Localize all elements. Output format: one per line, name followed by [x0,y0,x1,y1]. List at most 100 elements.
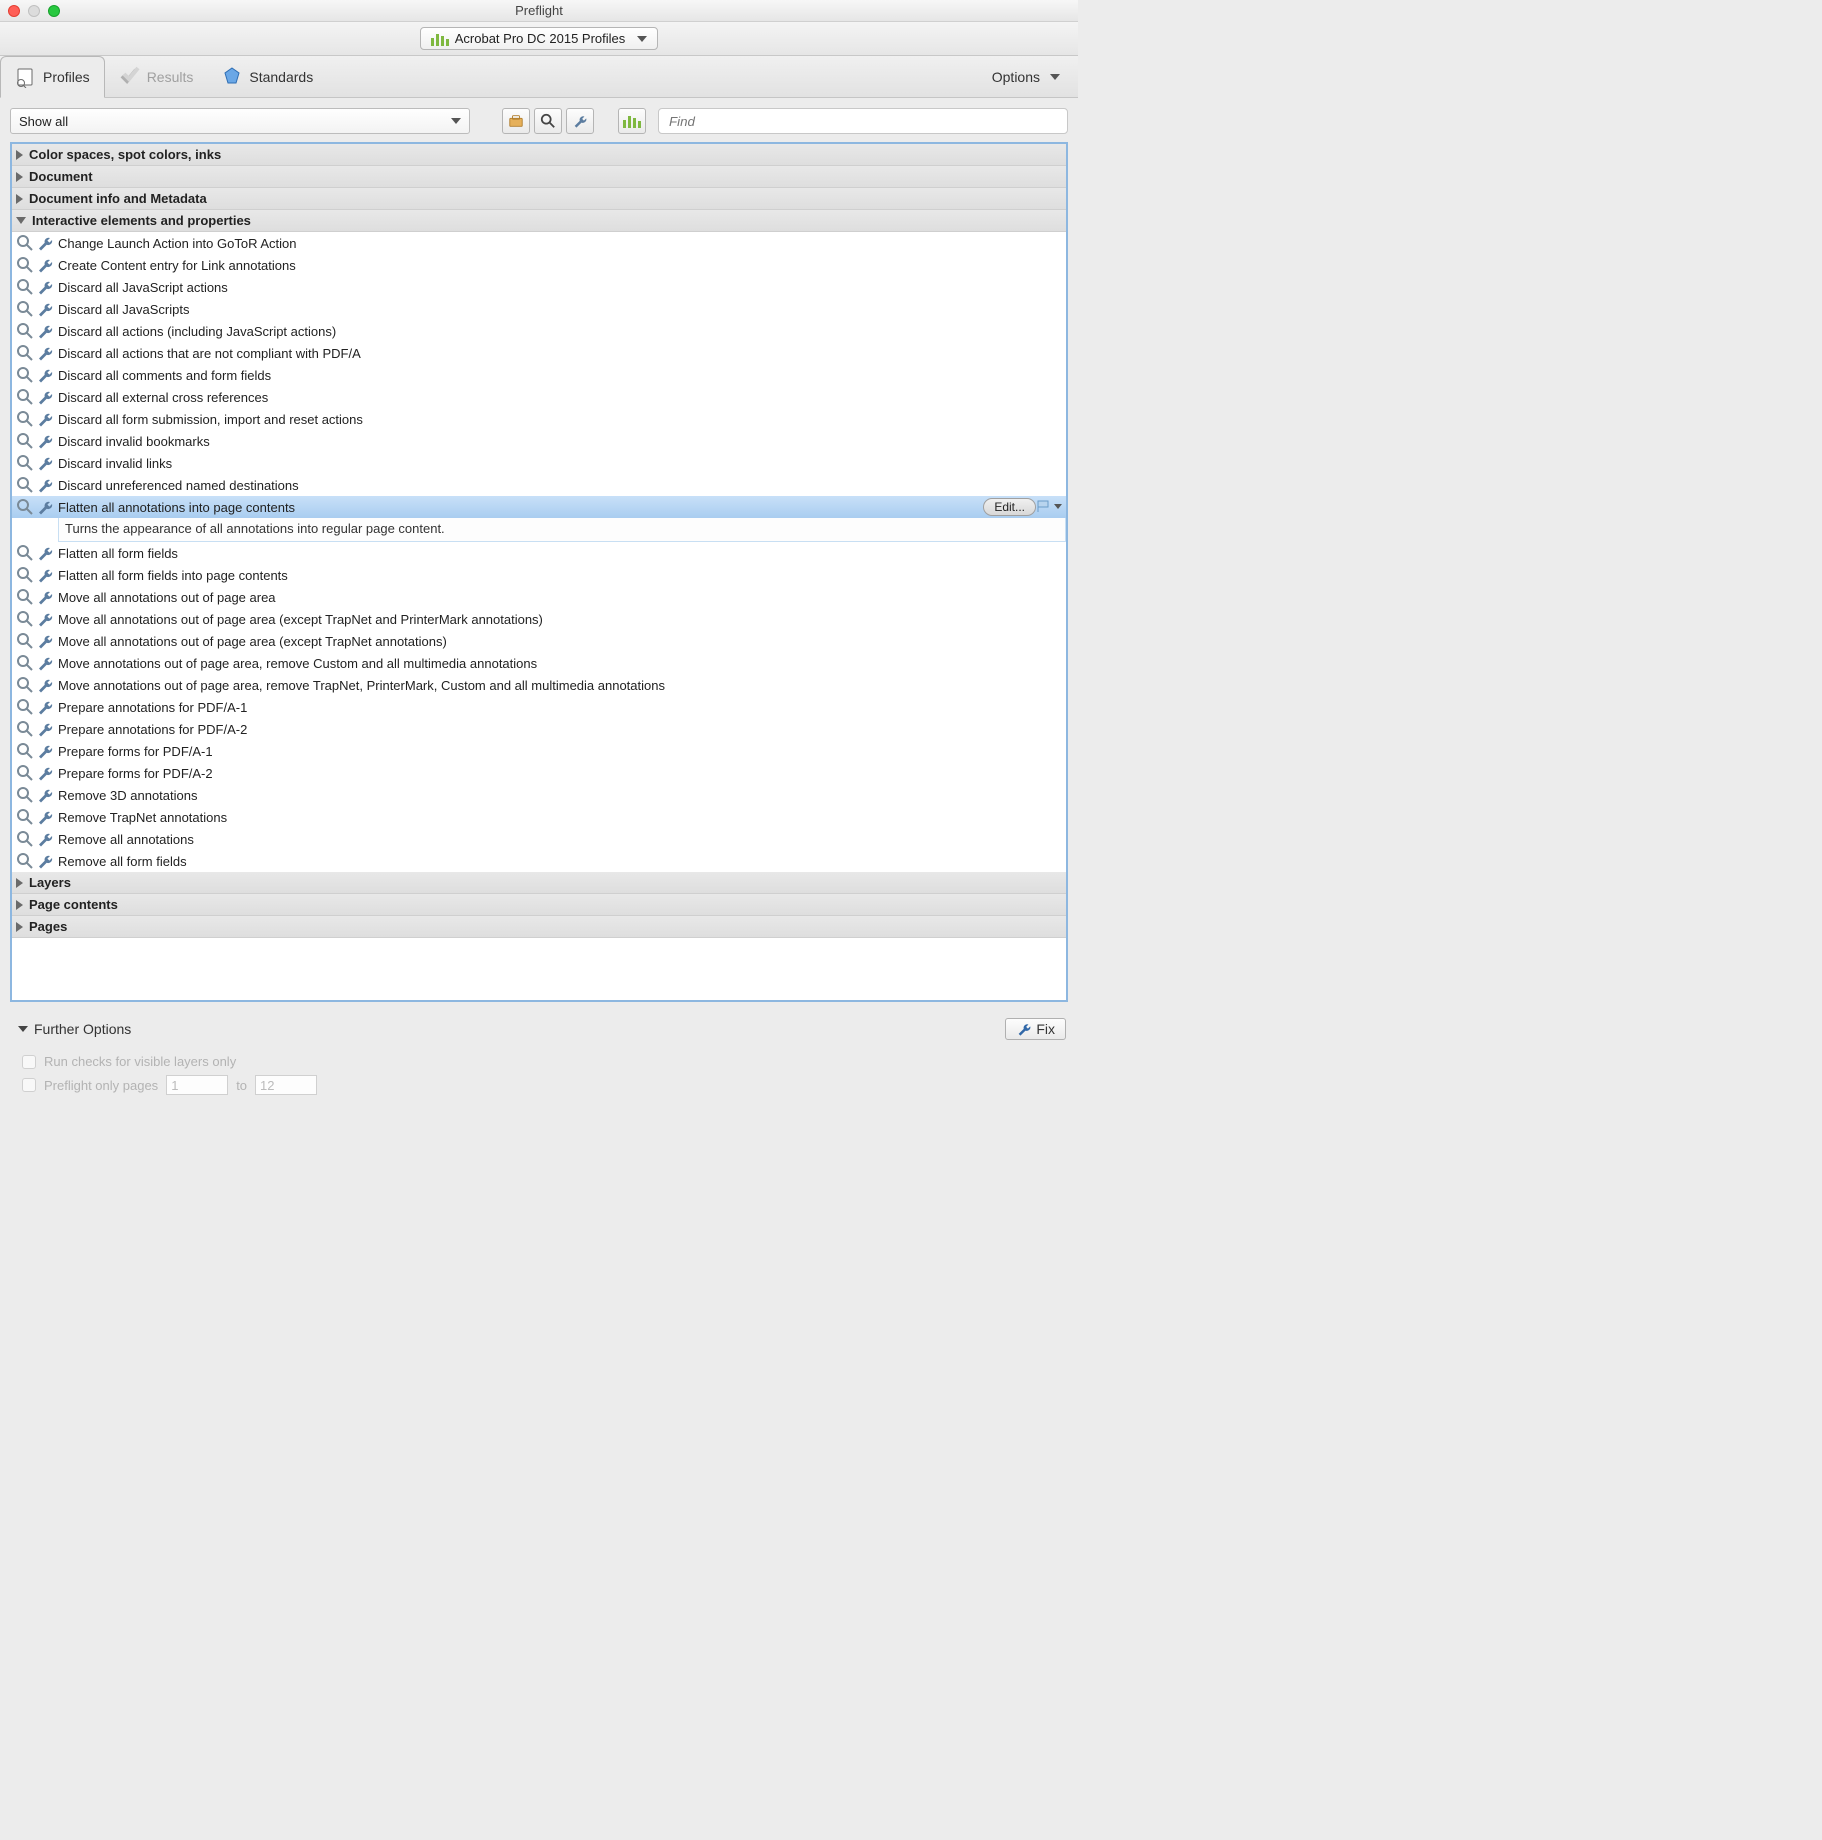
fixup-item[interactable]: Prepare forms for PDF/A-2 [12,762,1066,784]
visible-layers-checkbox[interactable] [22,1055,36,1069]
wrench-icon [36,366,54,384]
item-menu-icon[interactable] [1054,504,1062,509]
further-options-label: Further Options [34,1021,131,1037]
view-fixups-button[interactable] [566,108,594,134]
fixup-item-label: Move all annotations out of page area (e… [58,612,543,627]
fixup-item[interactable]: Flatten all annotations into page conten… [12,496,1066,518]
footer: Further Options Fix Run checks for visib… [0,1012,1078,1109]
filter-dropdown[interactable]: Show all [10,108,470,134]
wrench-icon [36,410,54,428]
wrench-icon [36,498,54,516]
category-row[interactable]: Color spaces, spot colors, inks [12,144,1066,166]
view-checks-button[interactable] [534,108,562,134]
further-toggle-icon[interactable] [18,1026,28,1032]
tabs-row: Profiles Results Standards Options [0,56,1078,98]
fixup-item-label: Discard unreferenced named destinations [58,478,299,493]
page-from-input[interactable] [166,1075,228,1095]
tab-profiles[interactable]: Profiles [0,56,105,98]
magnify-icon [16,610,34,628]
fixup-item[interactable]: Discard all JavaScripts [12,298,1066,320]
fixup-item[interactable]: Move all annotations out of page area [12,586,1066,608]
wrench-icon [36,830,54,848]
find-input[interactable] [658,108,1068,134]
fixup-item[interactable]: Discard all external cross references [12,386,1066,408]
fixup-item[interactable]: Discard all comments and form fields [12,364,1066,386]
view-profiles-button[interactable] [502,108,530,134]
magnify-icon [16,742,34,760]
fixup-item[interactable]: Discard all actions (including JavaScrip… [12,320,1066,342]
fixup-item[interactable]: Flatten all form fields [12,542,1066,564]
fixup-item[interactable]: Move annotations out of page area, remov… [12,652,1066,674]
edit-button[interactable]: Edit... [983,498,1036,516]
fixup-item[interactable]: Remove all annotations [12,828,1066,850]
fixup-item[interactable]: Prepare annotations for PDF/A-2 [12,718,1066,740]
fixup-item-label: Discard all external cross references [58,390,268,405]
fixup-item[interactable]: Discard all actions that are not complia… [12,342,1066,364]
wrench-icon [36,808,54,826]
wrench-icon [36,676,54,694]
page-to-input[interactable] [255,1075,317,1095]
fixup-item[interactable]: Prepare annotations for PDF/A-1 [12,696,1066,718]
disclosure-triangle-icon [16,878,23,888]
category-label: Pages [29,919,67,934]
wrench-icon [36,454,54,472]
fixup-item[interactable]: Create Content entry for Link annotation… [12,254,1066,276]
category-row[interactable]: Pages [12,916,1066,938]
flag-icon[interactable] [1036,499,1050,513]
fixup-item[interactable]: Discard unreferenced named destinations [12,474,1066,496]
category-row[interactable]: Layers [12,872,1066,894]
wrench-icon [36,742,54,760]
wrench-icon [36,764,54,782]
magnify-icon [16,588,34,606]
fixup-item-label: Change Launch Action into GoToR Action [58,236,297,251]
fixup-item[interactable]: Remove TrapNet annotations [12,806,1066,828]
tab-standards[interactable]: Standards [207,56,327,97]
fixup-item[interactable]: Change Launch Action into GoToR Action [12,232,1066,254]
fixup-item[interactable]: Discard invalid bookmarks [12,430,1066,452]
magnify-icon [16,256,34,274]
fixup-item-label: Discard all comments and form fields [58,368,271,383]
fixup-item[interactable]: Move annotations out of page area, remov… [12,674,1066,696]
window-controls [8,5,60,17]
category-label: Document [29,169,93,184]
wrench-icon [36,610,54,628]
magnify-icon [16,432,34,450]
tab-profiles-label: Profiles [43,69,90,85]
fixup-item[interactable]: Move all annotations out of page area (e… [12,630,1066,652]
fix-button[interactable]: Fix [1005,1018,1066,1040]
fixup-item[interactable]: Prepare forms for PDF/A-1 [12,740,1066,762]
category-label: Color spaces, spot colors, inks [29,147,221,162]
category-row[interactable]: Interactive elements and properties [12,210,1066,232]
profile-library-select[interactable]: Acrobat Pro DC 2015 Profiles [420,27,659,50]
wrench-icon [36,300,54,318]
wrench-icon [36,588,54,606]
category-row[interactable]: Page contents [12,894,1066,916]
minimize-window-button[interactable] [28,5,40,17]
fixup-item[interactable]: Discard invalid links [12,452,1066,474]
fixup-item[interactable]: Discard all form submission, import and … [12,408,1066,430]
fixup-item[interactable]: Remove all form fields [12,850,1066,872]
options-menu[interactable]: Options [974,56,1078,97]
category-row[interactable]: Document info and Metadata [12,188,1066,210]
fixup-item[interactable]: Flatten all form fields into page conten… [12,564,1066,586]
wrench-icon [36,256,54,274]
fixup-item[interactable]: Discard all JavaScript actions [12,276,1066,298]
visible-layers-option: Run checks for visible layers only [22,1054,1066,1069]
view-mode-buttons [502,108,594,134]
category-row[interactable]: Document [12,166,1066,188]
category-label: Interactive elements and properties [32,213,251,228]
fixup-item-label: Discard all actions that are not complia… [58,346,361,361]
close-window-button[interactable] [8,5,20,17]
zoom-window-button[interactable] [48,5,60,17]
fixup-item[interactable]: Move all annotations out of page area (e… [12,608,1066,630]
tab-results[interactable]: Results [105,56,208,97]
magnify-icon [16,498,34,516]
wrench-icon [1016,1021,1032,1037]
page-range-checkbox[interactable] [22,1078,36,1092]
profiles-icon [15,66,37,88]
fixup-item-label: Remove TrapNet annotations [58,810,227,825]
profile-library-icon [431,32,449,46]
library-button[interactable] [618,108,646,134]
fixup-item-label: Flatten all annotations into page conten… [58,500,295,515]
fixup-item[interactable]: Remove 3D annotations [12,784,1066,806]
